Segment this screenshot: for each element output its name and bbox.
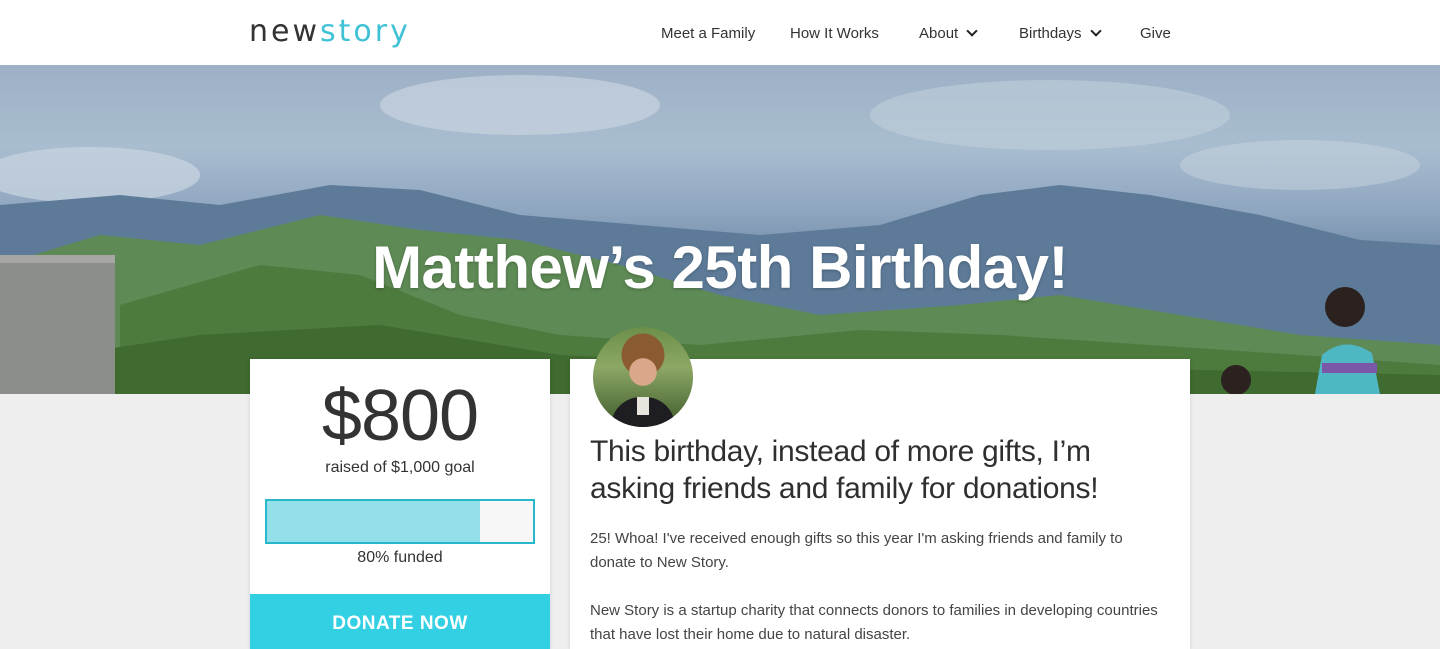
nav-how-it-works[interactable]: How It Works: [790, 25, 879, 42]
story-paragraph: New Story is a startup charity that conn…: [590, 602, 1158, 643]
avatar-collar: [637, 397, 649, 415]
nav-label: Give: [1140, 25, 1171, 42]
nav-give[interactable]: Give: [1140, 25, 1171, 42]
funded-percentage: 80% funded: [357, 549, 443, 566]
nav-birthdays[interactable]: Birthdays: [1019, 25, 1102, 42]
site-header: newstory Meet a Family How It Works Abou…: [0, 0, 1440, 65]
main-nav: Meet a Family How It Works About Birthda…: [0, 25, 1440, 47]
nav-label: Birthdays: [1019, 25, 1082, 42]
nav-label: About: [919, 25, 959, 42]
progress-bar: [265, 499, 535, 544]
fundraiser-card: $800 raised of $1,000 goal 80% funded DO…: [250, 359, 550, 649]
hero-banner: Matthew’s 25th Birthday!: [0, 65, 1440, 394]
chevron-down-icon: [1089, 25, 1102, 37]
mountain-landscape-image: [0, 75, 1440, 394]
nav-label: Meet a Family: [661, 25, 756, 42]
story-paragraph: 25! Whoa! I've received enough gifts so …: [590, 530, 1123, 571]
avatar: [593, 327, 693, 427]
nav-meet-a-family[interactable]: Meet a Family: [661, 25, 755, 42]
nav-label: How It Works: [790, 25, 879, 42]
story-heading: This birthday, instead of more gifts, I’…: [590, 435, 1099, 505]
goal-text: raised of $1,000 goal: [325, 459, 475, 476]
chevron-down-icon: [966, 25, 978, 37]
page-title: Matthew’s 25th Birthday!: [372, 234, 1068, 301]
nav-about[interactable]: About: [919, 25, 978, 42]
amount-raised: $800: [321, 376, 479, 456]
donate-now-button[interactable]: DONATE NOW: [250, 594, 550, 649]
progress-fill: [267, 501, 480, 542]
